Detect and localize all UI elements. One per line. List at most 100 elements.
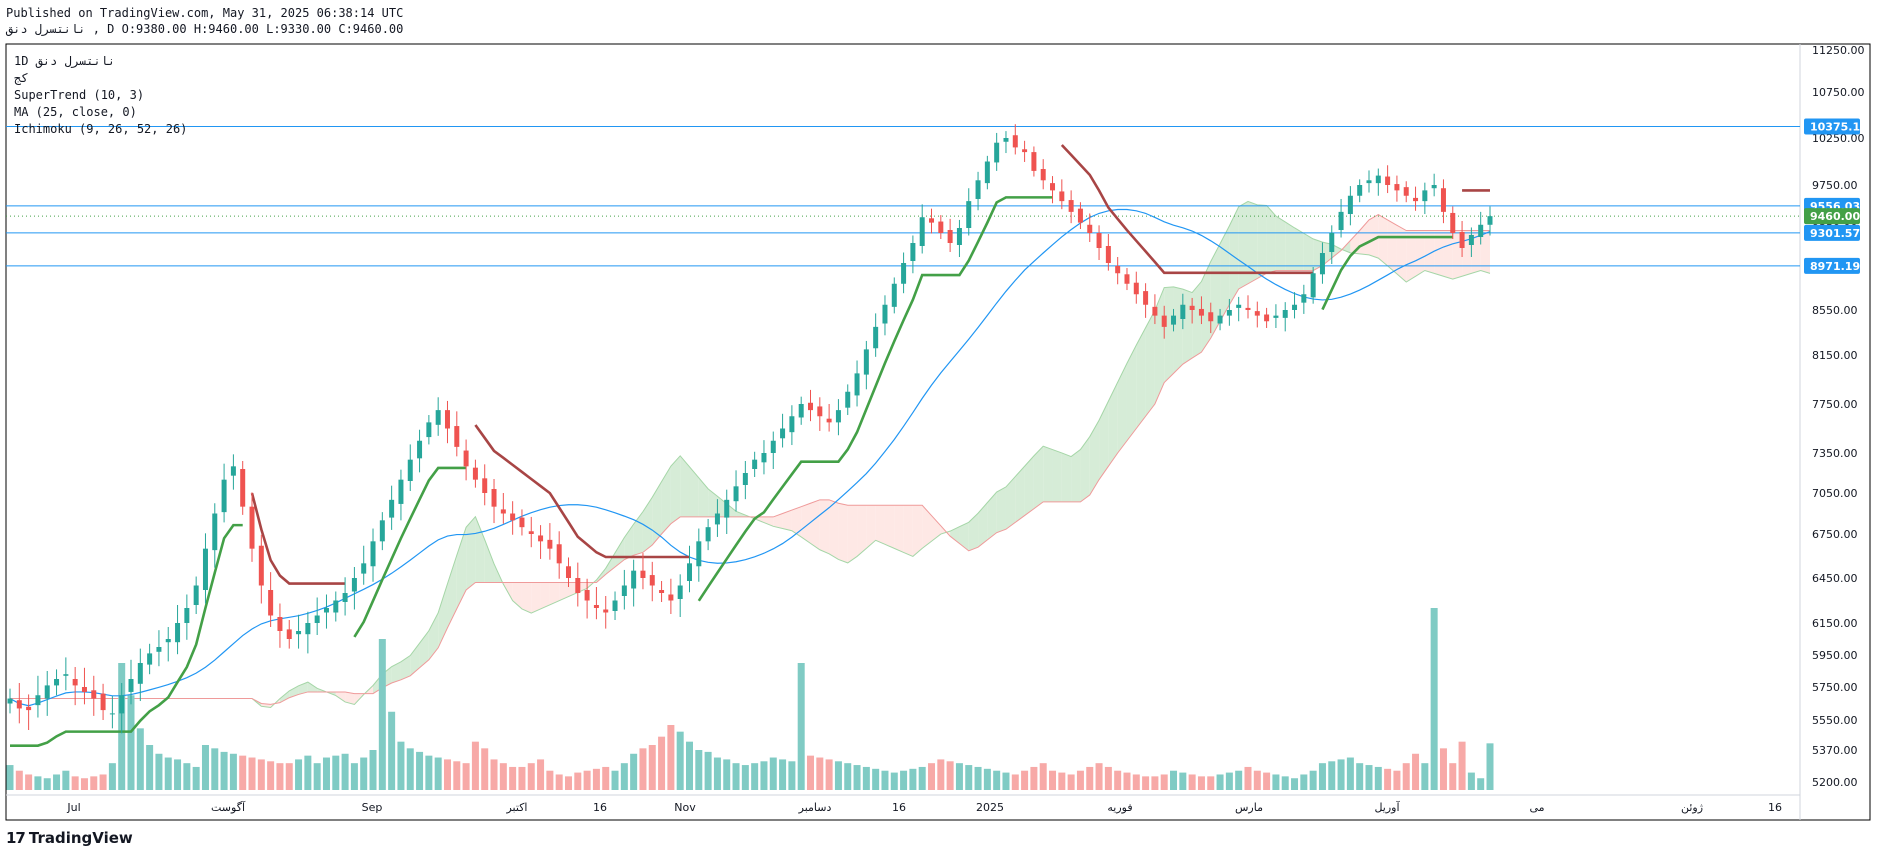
volume-bar: [760, 761, 768, 790]
candle: [1385, 176, 1391, 185]
candle: [947, 230, 953, 243]
candle: [323, 608, 329, 613]
cloud-segment: [1378, 214, 1388, 266]
volume-bar: [332, 755, 340, 790]
volume-bar: [499, 763, 507, 790]
legend-ma[interactable]: MA (25, close, 0): [14, 104, 187, 121]
volume-bar: [1328, 761, 1336, 790]
cloud-segment: [857, 505, 867, 557]
candle: [1012, 135, 1018, 148]
tradingview-logo[interactable]: 17 TradingView: [6, 829, 133, 847]
candle: [733, 486, 739, 502]
volume-bar: [350, 763, 358, 790]
volume-bar: [788, 761, 796, 790]
cloud-segment: [475, 516, 485, 583]
candle: [1059, 191, 1065, 202]
candle: [1180, 304, 1186, 319]
candle: [44, 685, 50, 699]
candle: [891, 283, 897, 307]
volume-bar: [509, 766, 517, 790]
candle: [63, 674, 69, 676]
candle: [1440, 188, 1446, 212]
candle: [1198, 308, 1204, 316]
volume-bar: [1244, 766, 1252, 790]
volume-bar: [1458, 741, 1466, 790]
volume-bar: [937, 759, 945, 790]
price-tick-label: 5370.00: [1812, 744, 1858, 757]
volume-bar: [807, 755, 815, 790]
volume-bar: [1216, 774, 1224, 790]
chart-legend: 1D نانتسرل دنق کج SuperTrend (10, 3) MA …: [14, 53, 187, 138]
volume-bar: [965, 765, 973, 790]
volume-bar: [695, 750, 703, 790]
candle: [882, 304, 888, 324]
volume-bar: [946, 761, 954, 790]
volume-bar: [583, 770, 591, 790]
volume-bar: [1467, 772, 1475, 790]
candle: [1273, 315, 1279, 318]
time-tick-label: می: [1529, 801, 1544, 814]
time-tick-label: ژوئن: [1681, 801, 1703, 814]
price-tick-label: 6750.00: [1812, 528, 1858, 541]
volume-bar: [1337, 759, 1345, 790]
candle: [379, 520, 385, 542]
candle: [780, 428, 786, 439]
volume-bar: [1225, 772, 1233, 790]
volume-bar: [1188, 774, 1196, 790]
volume-bar: [723, 759, 731, 790]
candle: [81, 687, 87, 692]
candle: [519, 517, 525, 528]
volume-bar: [1402, 763, 1410, 790]
candle: [640, 570, 646, 578]
cloud-segment: [689, 466, 699, 517]
volume-bar: [676, 731, 684, 790]
candle: [249, 506, 255, 549]
volume-bar: [1114, 770, 1122, 790]
time-tick-label: 2025: [976, 801, 1004, 814]
candle: [863, 349, 869, 375]
cloud-segment: [661, 466, 671, 534]
volume-bar: [1477, 778, 1485, 790]
candle: [7, 698, 13, 704]
candle: [919, 217, 925, 246]
cloud-segment: [1071, 449, 1081, 502]
volume-bar: [369, 750, 377, 790]
cloud-segment: [1238, 201, 1248, 289]
volume-bar: [881, 770, 889, 790]
legend-ichimoku[interactable]: Ichimoku (9, 26, 52, 26): [14, 121, 187, 138]
volume-bar: [1346, 757, 1354, 790]
candle: [1310, 273, 1316, 298]
cloud-segment: [987, 492, 997, 540]
price-chart[interactable]: 11250.0010750.0010250.009750.009350.0089…: [0, 0, 1878, 858]
cloud-segment: [447, 555, 457, 628]
candle: [137, 663, 143, 684]
legend-symbol[interactable]: 1D نانتسرل دنق: [14, 53, 187, 70]
volume-bar: [267, 761, 275, 790]
candle: [1478, 224, 1484, 237]
candle: [565, 566, 571, 578]
candle: [72, 679, 78, 686]
candle: [212, 513, 218, 551]
candle: [556, 544, 562, 564]
price-tick-label: 6150.00: [1812, 617, 1858, 630]
candle: [1226, 310, 1232, 316]
volume-bar: [1253, 770, 1261, 790]
volume-bar: [1086, 766, 1094, 790]
volume-bar: [1030, 766, 1038, 790]
candle: [91, 690, 97, 699]
volume-bar: [285, 763, 293, 790]
volume-bar: [1197, 776, 1205, 790]
volume-bar: [537, 759, 545, 790]
volume-bar: [518, 766, 526, 790]
candle: [528, 531, 534, 534]
span-a-line: [10, 200, 1491, 709]
price-tick-label: 5750.00: [1812, 681, 1858, 694]
candle: [1152, 306, 1158, 316]
candle: [677, 585, 683, 599]
legend-supertrend[interactable]: SuperTrend (10, 3): [14, 87, 187, 104]
volume-bar: [15, 770, 23, 790]
volume-bar: [192, 766, 200, 790]
price-axis-ticks: 11250.0010750.0010250.009750.009350.0089…: [1812, 44, 1865, 789]
volume-bar: [928, 763, 936, 790]
volume-bar: [1151, 776, 1159, 790]
